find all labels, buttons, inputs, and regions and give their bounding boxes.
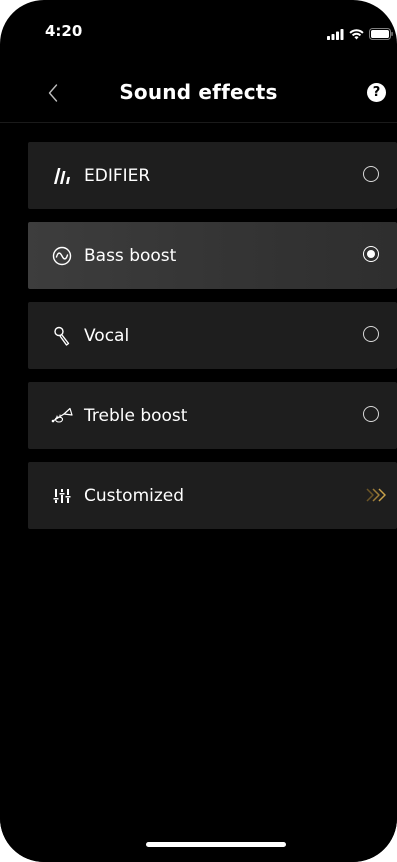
status-icons <box>327 25 393 44</box>
radio-button[interactable] <box>363 406 379 422</box>
triple-chevron-right-icon[interactable] <box>365 484 387 506</box>
effect-label: Treble boost <box>84 405 188 426</box>
effect-label: Customized <box>84 485 185 506</box>
signal-icon <box>327 25 344 44</box>
trumpet-icon <box>50 404 74 428</box>
page-title: Sound effects <box>119 80 278 104</box>
status-bar: 4:20 <box>0 0 397 60</box>
effects-list: EDIFIER Bass boost Vocal Treble boost Cu… <box>28 142 397 542</box>
effect-item-customized[interactable]: Customized <box>28 462 397 529</box>
radio-button[interactable] <box>363 166 379 182</box>
effect-item-bass-boost[interactable]: Bass boost <box>28 222 397 289</box>
radio-dot <box>367 250 375 258</box>
effect-item-vocal[interactable]: Vocal <box>28 302 397 369</box>
phone-screen: 4:20 Sound effects ? EDIFIER Bass boost … <box>0 0 397 862</box>
help-label: ? <box>372 85 381 100</box>
effect-label: Vocal <box>84 325 130 346</box>
effect-item-treble-boost[interactable]: Treble boost <box>28 382 397 449</box>
microphone-icon <box>50 324 74 348</box>
status-time: 4:20 <box>45 22 83 40</box>
effect-label: Bass boost <box>84 245 177 266</box>
bass-wave-icon <box>50 244 74 268</box>
effect-item-edifier[interactable]: EDIFIER <box>28 142 397 209</box>
effect-label: EDIFIER <box>84 165 151 186</box>
battery-icon <box>369 25 393 44</box>
home-indicator[interactable] <box>146 842 286 847</box>
content-area: EDIFIER Bass boost Vocal Treble boost Cu… <box>0 123 397 862</box>
radio-button[interactable] <box>363 326 379 342</box>
wifi-icon <box>349 25 364 44</box>
help-button[interactable]: ? <box>367 83 386 102</box>
equalizer-icon <box>50 484 74 508</box>
nav-bar: Sound effects ? <box>0 68 397 123</box>
edifier-logo-icon <box>50 164 74 188</box>
radio-button-checked[interactable] <box>363 246 379 262</box>
